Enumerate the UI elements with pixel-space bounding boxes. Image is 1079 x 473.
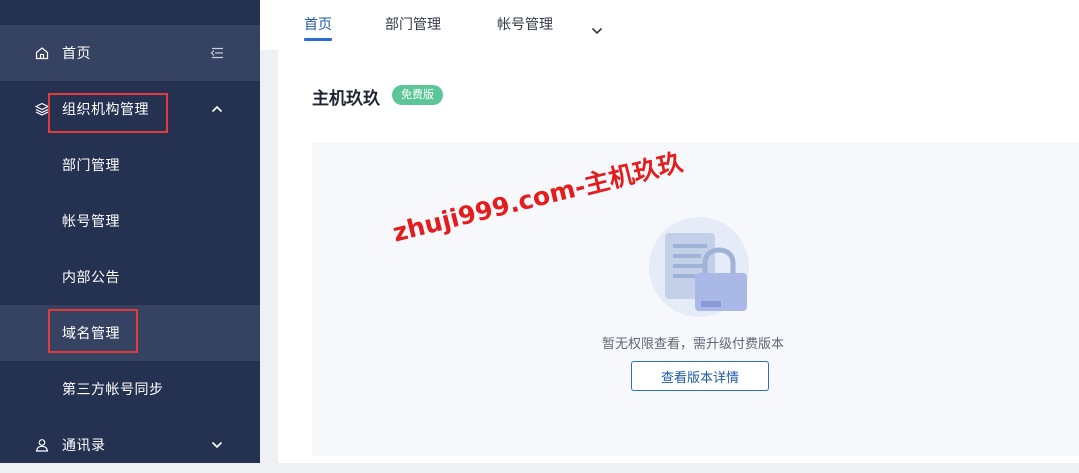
sidebar-item-accounts[interactable]: 帐号管理 xyxy=(0,193,260,249)
sidebar-item-label: 通讯录 xyxy=(62,438,106,454)
view-version-details-button[interactable]: 查看版本详情 xyxy=(631,361,769,391)
highlight-box-domains xyxy=(48,309,138,353)
chevron-down-icon[interactable] xyxy=(591,20,603,39)
top-tab-bar: 首页 部门管理 帐号管理 xyxy=(260,0,1079,50)
sidebar: 首页 组织机构管理 部门管理 帐号管理 内部公告 域名管理 第三方帐号同步 通讯… xyxy=(0,0,260,463)
home-icon xyxy=(34,45,50,61)
collapse-menu-icon[interactable] xyxy=(208,44,226,62)
sidebar-item-home[interactable]: 首页 xyxy=(0,25,260,81)
active-tab-indicator xyxy=(304,38,332,41)
locked-document-icon xyxy=(649,217,749,321)
sidebar-item-label: 首页 xyxy=(62,46,91,62)
tab-departments[interactable]: 部门管理 xyxy=(385,14,441,34)
tab-home[interactable]: 首页 xyxy=(304,14,332,34)
sidebar-item-third-party-sync[interactable]: 第三方帐号同步 xyxy=(0,361,260,417)
highlight-box-organization xyxy=(48,93,168,133)
user-icon xyxy=(34,437,50,453)
sidebar-item-label: 第三方帐号同步 xyxy=(62,382,164,398)
chevron-down-icon[interactable] xyxy=(208,436,226,454)
chevron-up-icon[interactable] xyxy=(208,100,226,118)
sidebar-item-departments[interactable]: 部门管理 xyxy=(0,137,260,193)
empty-state-message: 暂无权限查看，需升级付费版本 xyxy=(602,337,785,352)
sidebar-item-label: 部门管理 xyxy=(62,158,120,174)
tab-accounts[interactable]: 帐号管理 xyxy=(497,14,553,34)
status-badge: 免费版 xyxy=(392,85,443,105)
sidebar-item-label: 帐号管理 xyxy=(62,214,120,230)
page-title: 主机玖玖 xyxy=(312,89,380,109)
sidebar-item-contacts[interactable]: 通讯录 xyxy=(0,417,260,473)
sidebar-item-announcements[interactable]: 内部公告 xyxy=(0,249,260,305)
sidebar-item-label: 内部公告 xyxy=(62,270,120,286)
